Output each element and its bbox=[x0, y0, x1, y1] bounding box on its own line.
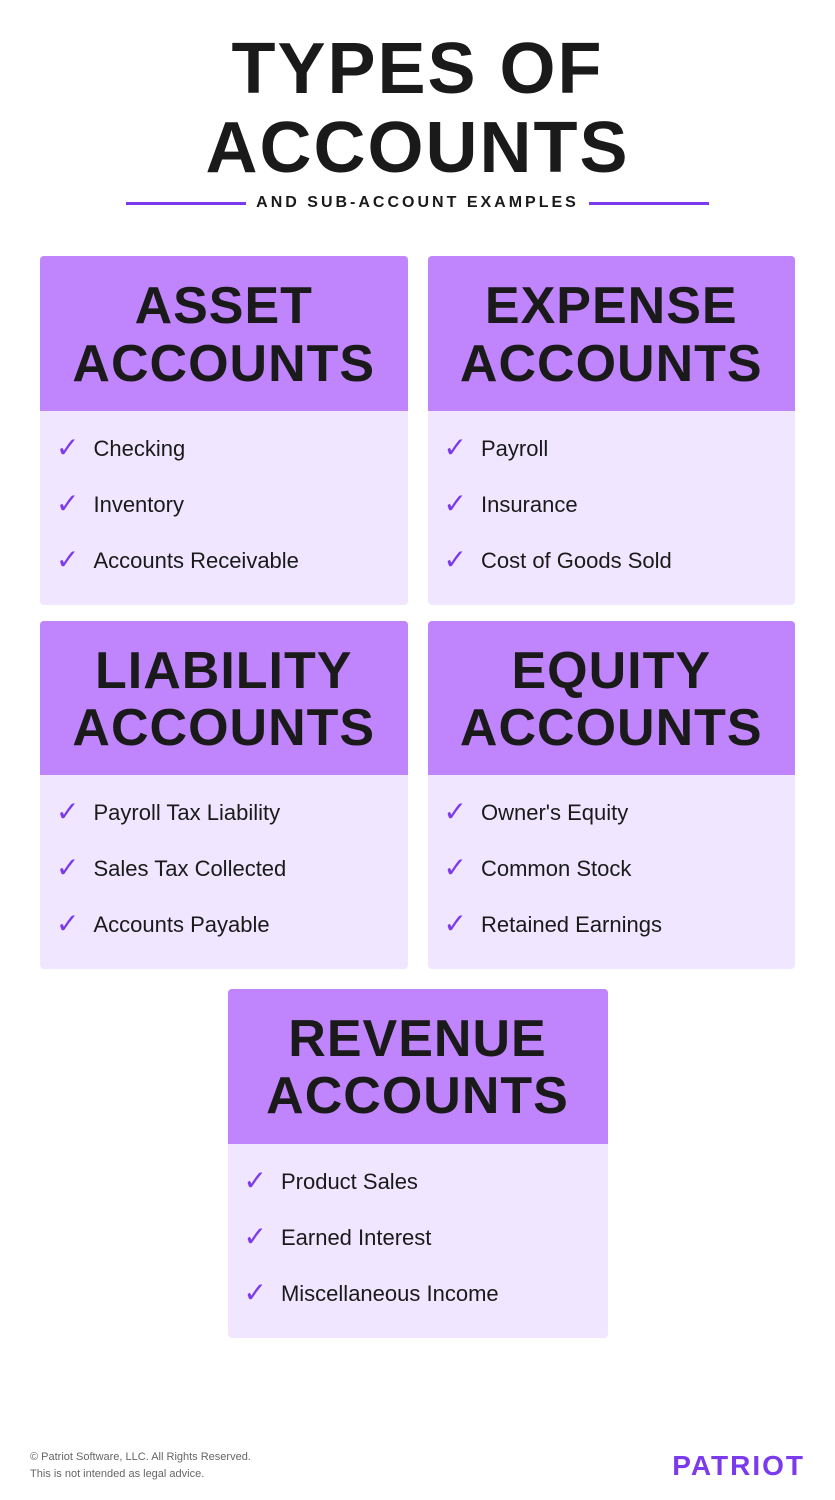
list-item: ✓ Earned Interest bbox=[244, 1210, 592, 1266]
check-icon: ✓ bbox=[444, 435, 467, 463]
list-item: ✓ Retained Earnings bbox=[444, 897, 780, 953]
check-icon: ✓ bbox=[444, 855, 467, 883]
equity-card-title: EQUITYACCOUNTS bbox=[444, 643, 780, 757]
equity-card: EQUITYACCOUNTS ✓ Owner's Equity ✓ Common… bbox=[428, 621, 796, 969]
check-icon: ✓ bbox=[444, 491, 467, 519]
list-item: ✓ Sales Tax Collected bbox=[56, 841, 392, 897]
check-icon: ✓ bbox=[56, 799, 79, 827]
header: TYPES OF ACCOUNTS AND SUB-ACCOUNT EXAMPL… bbox=[20, 0, 815, 240]
list-item: ✓ Accounts Payable bbox=[56, 897, 392, 953]
check-icon: ✓ bbox=[56, 491, 79, 519]
list-item: ✓ Checking bbox=[56, 421, 392, 477]
list-item: ✓ Common Stock bbox=[444, 841, 780, 897]
revenue-card-title: REVENUEACCOUNTS bbox=[244, 1011, 592, 1125]
list-item: ✓ Miscellaneous Income bbox=[244, 1266, 592, 1322]
asset-card-header: ASSETACCOUNTS bbox=[40, 256, 408, 410]
item-label: Accounts Payable bbox=[93, 912, 269, 938]
item-label: Retained Earnings bbox=[481, 912, 662, 938]
item-label: Earned Interest bbox=[281, 1225, 431, 1251]
item-label: Owner's Equity bbox=[481, 800, 628, 826]
check-icon: ✓ bbox=[244, 1224, 267, 1252]
check-icon: ✓ bbox=[444, 799, 467, 827]
subtitle-wrapper: AND SUB-ACCOUNT EXAMPLES bbox=[40, 194, 795, 212]
main-title: TYPES OF ACCOUNTS bbox=[40, 30, 795, 188]
page: TYPES OF ACCOUNTS AND SUB-ACCOUNT EXAMPL… bbox=[0, 0, 835, 1500]
list-item: ✓ Accounts Receivable bbox=[56, 533, 392, 589]
item-label: Insurance bbox=[481, 492, 578, 518]
check-icon: ✓ bbox=[244, 1280, 267, 1308]
check-icon: ✓ bbox=[56, 435, 79, 463]
footer-copyright: © Patriot Software, LLC. All Rights Rese… bbox=[30, 1449, 251, 1482]
liability-card-body: ✓ Payroll Tax Liability ✓ Sales Tax Coll… bbox=[40, 775, 408, 969]
list-item: ✓ Inventory bbox=[56, 477, 392, 533]
item-label: Payroll bbox=[481, 436, 548, 462]
expense-card-header: EXPENSEACCOUNTS bbox=[428, 256, 796, 410]
list-item: ✓ Cost of Goods Sold bbox=[444, 533, 780, 589]
asset-card: ASSETACCOUNTS ✓ Checking ✓ Inventory ✓ A… bbox=[40, 256, 408, 604]
liability-card-title: LIABILITYACCOUNTS bbox=[56, 643, 392, 757]
item-label: Inventory bbox=[93, 492, 184, 518]
item-label: Checking bbox=[93, 436, 185, 462]
expense-card-title: EXPENSEACCOUNTS bbox=[444, 278, 780, 392]
check-icon: ✓ bbox=[444, 547, 467, 575]
list-item: ✓ Product Sales bbox=[244, 1154, 592, 1210]
subtitle: AND SUB-ACCOUNT EXAMPLES bbox=[256, 194, 579, 212]
check-icon: ✓ bbox=[56, 547, 79, 575]
row-3: REVENUEACCOUNTS ✓ Product Sales ✓ Earned… bbox=[40, 989, 795, 1337]
list-item: ✓ Payroll Tax Liability bbox=[56, 785, 392, 841]
list-item: ✓ Owner's Equity bbox=[444, 785, 780, 841]
footer-brand: PATRIOT bbox=[672, 1450, 805, 1482]
asset-card-title: ASSETACCOUNTS bbox=[56, 278, 392, 392]
item-label: Sales Tax Collected bbox=[93, 856, 286, 882]
revenue-card-body: ✓ Product Sales ✓ Earned Interest ✓ Misc… bbox=[228, 1144, 608, 1338]
liability-card-header: LIABILITYACCOUNTS bbox=[40, 621, 408, 775]
row-1: ASSETACCOUNTS ✓ Checking ✓ Inventory ✓ A… bbox=[40, 256, 795, 604]
equity-card-body: ✓ Owner's Equity ✓ Common Stock ✓ Retain… bbox=[428, 775, 796, 969]
list-item: ✓ Payroll bbox=[444, 421, 780, 477]
revenue-card-header: REVENUEACCOUNTS bbox=[228, 989, 608, 1143]
row-2: LIABILITYACCOUNTS ✓ Payroll Tax Liabilit… bbox=[40, 621, 795, 969]
item-label: Product Sales bbox=[281, 1169, 418, 1195]
item-label: Cost of Goods Sold bbox=[481, 548, 672, 574]
check-icon: ✓ bbox=[244, 1168, 267, 1196]
check-icon: ✓ bbox=[56, 855, 79, 883]
liability-card: LIABILITYACCOUNTS ✓ Payroll Tax Liabilit… bbox=[40, 621, 408, 969]
item-label: Accounts Receivable bbox=[93, 548, 298, 574]
footer: © Patriot Software, LLC. All Rights Rese… bbox=[30, 1449, 805, 1482]
subtitle-line-right bbox=[589, 202, 709, 205]
expense-card: EXPENSEACCOUNTS ✓ Payroll ✓ Insurance ✓ … bbox=[428, 256, 796, 604]
item-label: Common Stock bbox=[481, 856, 631, 882]
list-item: ✓ Insurance bbox=[444, 477, 780, 533]
subtitle-line-left bbox=[126, 202, 246, 205]
check-icon: ✓ bbox=[56, 911, 79, 939]
check-icon: ✓ bbox=[444, 911, 467, 939]
revenue-card: REVENUEACCOUNTS ✓ Product Sales ✓ Earned… bbox=[228, 989, 608, 1337]
asset-card-body: ✓ Checking ✓ Inventory ✓ Accounts Receiv… bbox=[40, 411, 408, 605]
expense-card-body: ✓ Payroll ✓ Insurance ✓ Cost of Goods So… bbox=[428, 411, 796, 605]
equity-card-header: EQUITYACCOUNTS bbox=[428, 621, 796, 775]
item-label: Miscellaneous Income bbox=[281, 1281, 499, 1307]
item-label: Payroll Tax Liability bbox=[93, 800, 280, 826]
